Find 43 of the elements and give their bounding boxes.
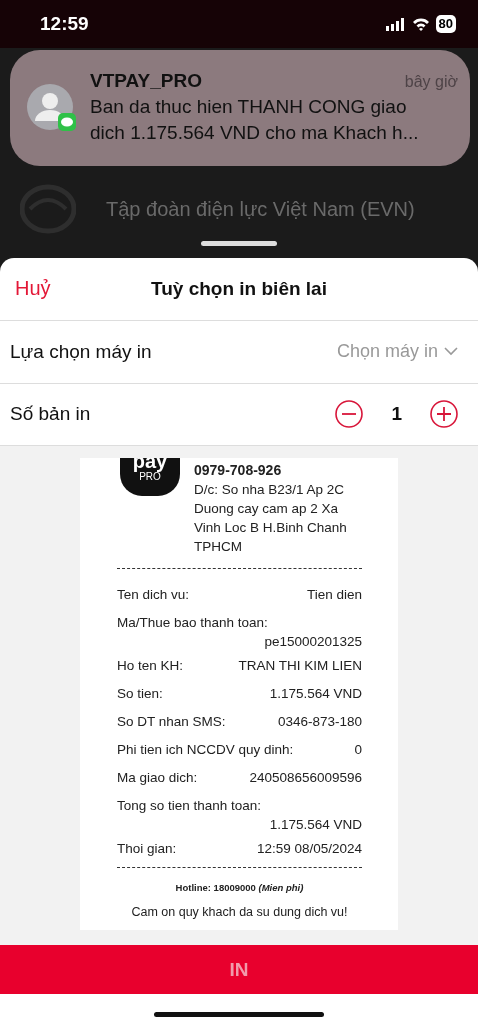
cancel-button[interactable]: Huỷ xyxy=(15,277,51,301)
field-label: Ten dich vu: xyxy=(117,586,190,605)
battery-indicator: 80 xyxy=(435,15,456,33)
plus-button[interactable] xyxy=(430,400,458,429)
field-value: pe15000201325 xyxy=(264,633,362,652)
merchant-phone: 0979-708-926 xyxy=(194,462,283,479)
field-label: Phi tien ich NCCDV quy dinh: xyxy=(117,741,294,760)
field-label: Ho ten KH: xyxy=(117,657,184,676)
field-label: So DT nhan SMS: xyxy=(117,713,226,732)
field-value: 0 xyxy=(354,741,362,760)
field-value: 12:59 08/05/2024 xyxy=(256,840,362,859)
field-value: 1.175.564 VND xyxy=(269,816,362,835)
notification-banner[interactable]: VTPAY_PRO bây giờ Ban da thuc hien THANH CONG giao dich 1.175.564 VND cho ma Khach h... xyxy=(10,50,470,166)
field-label: Tong so tien thanh toan: xyxy=(117,797,263,816)
printer-picker[interactable]: Chọn máy in xyxy=(336,341,458,363)
home-indicator[interactable] xyxy=(154,1011,324,1017)
wifi-icon xyxy=(411,17,430,31)
minus-button[interactable] xyxy=(335,400,364,429)
printer-label: Lựa chọn máy in xyxy=(10,340,152,363)
field-value: 240508656009596 xyxy=(249,769,362,788)
field-label: Ma giao dich: xyxy=(117,769,198,788)
field-value: TRAN THI KIM LIEN xyxy=(238,657,362,676)
contact-avatar-icon xyxy=(26,83,76,133)
receipt-logo: pay PRO xyxy=(120,458,180,497)
copies-label: Số bản in xyxy=(10,403,91,426)
notification-message: Ban da thuc hien THANH CONG giao dich 1.175.564 VND cho ma Khach h... xyxy=(90,95,420,145)
thank-you-text: Cam on quy khach da su dung dich vu! xyxy=(130,905,349,920)
field-value: 0346-873-180 xyxy=(277,713,362,732)
notification-time: bây giờ xyxy=(404,73,458,91)
provider-name: Tập đoàn điện lực Việt Nam (EVN) xyxy=(106,197,415,221)
field-label: Ma/Thue bao thanh toan: xyxy=(117,614,269,633)
field-label: Thoi gian: xyxy=(117,840,177,859)
sheet-title: Tuỳ chọn in biên lai xyxy=(151,277,327,299)
field-value: 1.175.564 VND xyxy=(269,685,362,704)
field-value: Tien dien xyxy=(306,586,362,605)
notification-app-name: VTPAY_PRO xyxy=(90,70,202,92)
hotline-text: Hotline: 18009000 (Mien phi) xyxy=(174,882,305,894)
merchant-address: D/c: So nha B23/1 Ap 2C Duong cay cam ap 2 Xa Vinh Loc B H.Binh Chanh TPHCM xyxy=(194,481,348,557)
copies-count: 1 xyxy=(391,403,402,426)
signal-icon xyxy=(385,17,406,31)
chevron-down-icon xyxy=(444,347,458,357)
field-label: So tien: xyxy=(117,685,163,704)
status-time: 12:59 xyxy=(40,13,89,35)
